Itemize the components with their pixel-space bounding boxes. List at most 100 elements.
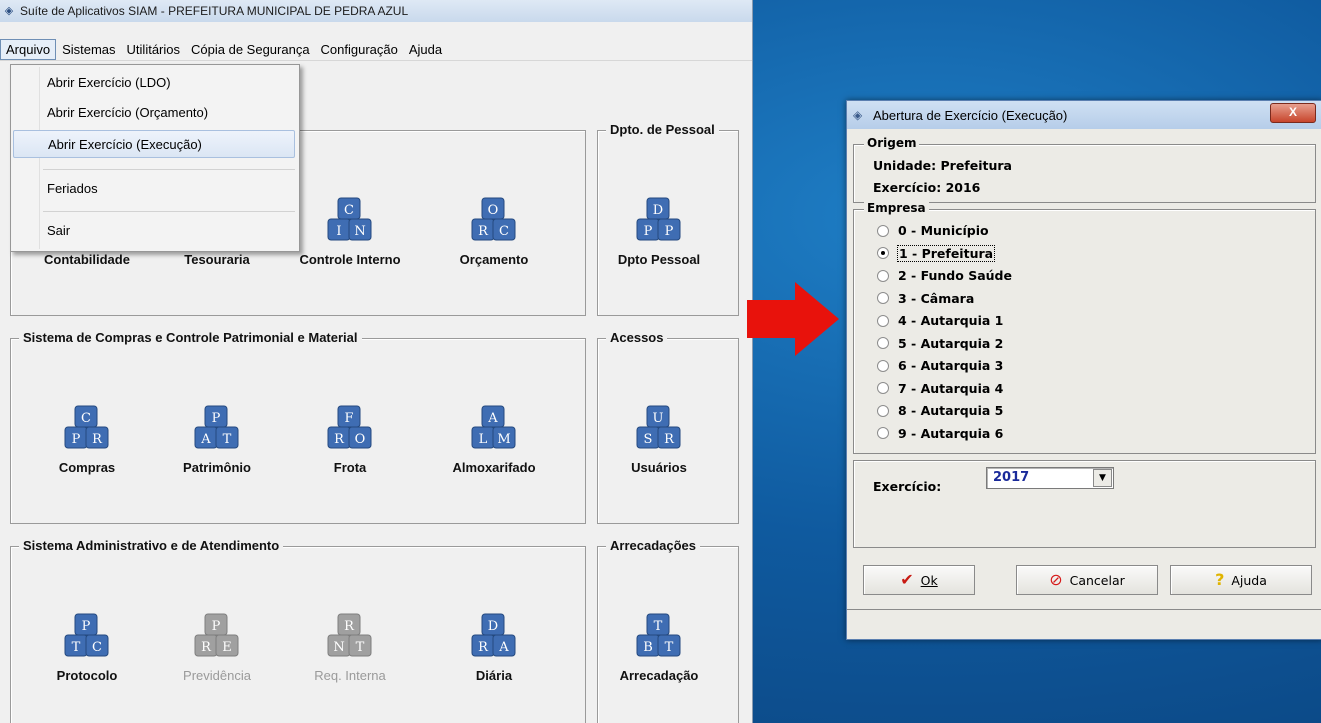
cube-letter: R — [664, 432, 675, 447]
cube-letter: C — [344, 203, 354, 218]
empresa-option-0[interactable]: 0 - Município — [877, 223, 989, 238]
cube-letter: D — [488, 619, 498, 634]
cube-letter: B — [643, 640, 653, 655]
module-dpto-pessoal[interactable]: D P P Dpto Pessoal — [599, 196, 719, 267]
dialog-status-bar — [847, 609, 1321, 632]
radio-button[interactable] — [877, 382, 889, 394]
radio-label: 8 - Autarquia 5 — [898, 403, 1004, 418]
exercicio-select[interactable]: 2017 ▼ — [986, 467, 1114, 489]
dialog-title: Abertura de Exercício (Execução) — [873, 107, 1068, 123]
origem-unidade: Unidade: Prefeitura — [873, 158, 1012, 173]
module-icon: RN T — [327, 613, 372, 657]
empresa-option-5[interactable]: 5 - Autarquia 2 — [877, 336, 1003, 351]
module-label: Usuários — [631, 460, 687, 475]
cube-letter: F — [344, 411, 353, 426]
menu-item-feriados[interactable]: Feriados — [13, 175, 295, 203]
module-label: Dpto Pessoal — [617, 252, 701, 267]
module-icon: PT C — [64, 613, 109, 657]
empresa-option-7[interactable]: 7 - Autarquia 4 — [877, 381, 1003, 396]
module-controle-interno[interactable]: C I N Controle Interno — [290, 196, 410, 267]
module-label: Controle Interno — [299, 252, 401, 267]
module-frota[interactable]: F R O Frota — [290, 404, 410, 475]
radio-label: 2 - Fundo Saúde — [898, 268, 1012, 283]
help-icon: ? — [1215, 570, 1225, 589]
module-diaria[interactable]: D R A Diária — [434, 612, 554, 683]
cube-letter: A — [487, 411, 498, 426]
empresa-title: Empresa — [864, 201, 929, 215]
group-title-dpto-pessoal: Dpto. de Pessoal — [606, 122, 719, 137]
radio-button[interactable] — [877, 337, 889, 349]
empresa-option-3[interactable]: 3 - Câmara — [877, 291, 974, 306]
cube-letter: P — [82, 619, 91, 634]
module-label: Contabilidade — [44, 252, 130, 267]
menu-sistemas[interactable]: Sistemas — [57, 40, 120, 59]
radio-button[interactable] — [877, 247, 889, 259]
cube-letter: E — [222, 640, 232, 655]
cube-letter: A — [200, 432, 211, 447]
module-almoxarifado[interactable]: A L M Almoxarifado — [434, 404, 554, 475]
main-window: ◈ Suíte de Aplicativos SIAM - PREFEITURA… — [0, 0, 753, 723]
group-title-administrativo: Sistema Administrativo e de Atendimento — [19, 538, 284, 553]
module-label: Protocolo — [56, 668, 118, 683]
exercicio-label: Exercício: — [873, 479, 942, 494]
cube-letter: M — [497, 432, 510, 447]
menu-ajuda[interactable]: Ajuda — [404, 40, 447, 59]
module-compras[interactable]: C P R Compras — [27, 404, 147, 475]
cube-letter: A — [498, 640, 509, 655]
dialog-app-icon: ◈ — [853, 108, 863, 122]
menu-item-abrir-ldo[interactable]: Abrir Exercício (LDO) — [13, 69, 295, 97]
origem-exercicio: Exercício: 2016 — [873, 180, 981, 195]
menu-utilitarios[interactable]: Utilitários — [122, 40, 185, 59]
cube-letter: C — [92, 640, 102, 655]
empresa-option-4[interactable]: 4 - Autarquia 1 — [877, 313, 1003, 328]
menu-copia-seguranca[interactable]: Cópia de Segurança — [186, 40, 315, 59]
menu-item-sair[interactable]: Sair — [13, 217, 295, 245]
radio-button[interactable] — [877, 292, 889, 304]
help-button[interactable]: ? Ajuda — [1170, 565, 1312, 595]
cube-letter: T — [72, 640, 81, 655]
empresa-option-6[interactable]: 6 - Autarquia 3 — [877, 358, 1003, 373]
radio-button[interactable] — [877, 404, 889, 417]
menu-bar: Arquivo Sistemas Utilitários Cópia de Se… — [0, 38, 752, 60]
module-icon: CP R — [64, 405, 109, 449]
radio-button[interactable] — [877, 314, 889, 327]
cube-letter: L — [479, 432, 488, 447]
module-previdencia[interactable]: P R E Previdência — [157, 612, 277, 683]
module-arrecadacao[interactable]: T B T Arrecadação — [599, 612, 719, 683]
empresa-option-9[interactable]: 9 - Autarquia 6 — [877, 426, 1003, 441]
module-icon: DR A — [471, 613, 516, 657]
module-req-interna[interactable]: R N T Req. Interna — [290, 612, 410, 683]
close-button[interactable]: X — [1270, 103, 1316, 123]
cube-letter: T — [223, 432, 232, 447]
cube-letter: R — [478, 640, 489, 655]
cube-letter: R — [334, 432, 345, 447]
chevron-down-icon[interactable]: ▼ — [1093, 469, 1112, 487]
empresa-option-2[interactable]: 2 - Fundo Saúde — [877, 268, 1012, 283]
empresa-option-1[interactable]: 1 - Prefeitura — [877, 244, 996, 262]
cancel-button[interactable]: ⊘ Cancelar — [1016, 565, 1158, 595]
menu-arquivo[interactable]: Arquivo — [0, 38, 57, 60]
empresa-option-8[interactable]: 8 - Autarquia 5 — [877, 403, 1003, 418]
arquivo-dropdown: Abrir Exercício (LDO) Abrir Exercício (O… — [10, 64, 300, 252]
module-protocolo[interactable]: P T C Protocolo — [27, 612, 147, 683]
module-patrimonio[interactable]: P A T Patrimônio — [157, 404, 277, 475]
radio-button[interactable] — [877, 224, 889, 237]
module-label: Tesouraria — [184, 252, 250, 267]
module-icon: PR E — [194, 613, 239, 657]
ok-button[interactable]: ✔ Ok — [863, 565, 975, 595]
radio-button[interactable] — [877, 269, 889, 282]
module-icon: DP P — [636, 197, 681, 241]
module-orcamento[interactable]: O R C Orçamento — [434, 196, 554, 267]
cube-letter: C — [499, 224, 509, 239]
radio-button[interactable] — [877, 359, 889, 372]
module-icon: FR O — [327, 405, 372, 449]
app-icon: ◈ — [4, 5, 14, 17]
cube-letter: O — [355, 432, 366, 447]
module-usuarios[interactable]: U S R Usuários — [599, 404, 719, 475]
menu-item-abrir-execucao[interactable]: Abrir Exercício (Execução) — [13, 130, 295, 158]
menu-configuracao[interactable]: Configuração — [316, 40, 403, 59]
menu-item-abrir-orcamento[interactable]: Abrir Exercício (Orçamento) — [13, 99, 295, 127]
cube-letter: T — [654, 619, 663, 634]
radio-button[interactable] — [877, 427, 889, 439]
main-titlebar: ◈ Suíte de Aplicativos SIAM - PREFEITURA… — [0, 0, 752, 22]
